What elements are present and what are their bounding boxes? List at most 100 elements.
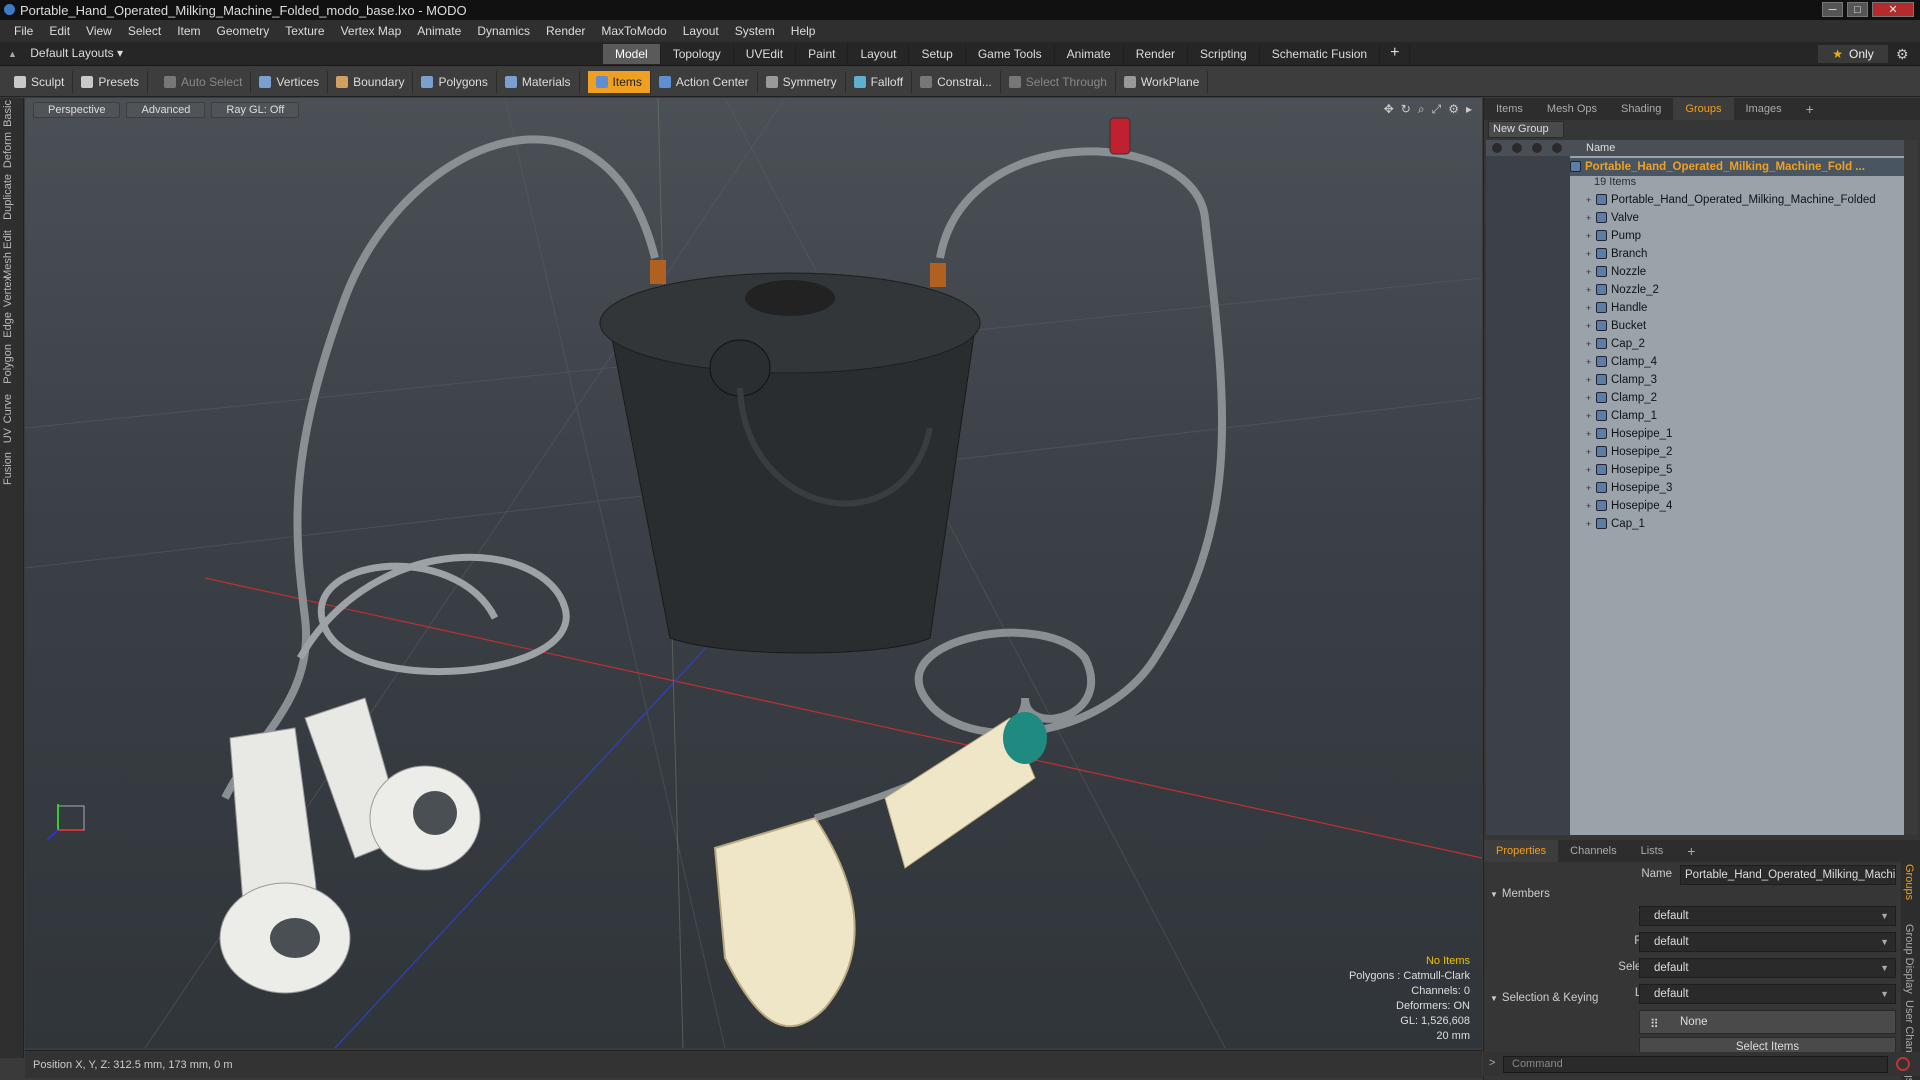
expand-icon[interactable]: + <box>1586 263 1596 281</box>
expand-icon[interactable]: + <box>1586 497 1596 515</box>
field-locked-select[interactable]: default ▼ <box>1639 984 1896 1004</box>
tool-symmetry[interactable]: Symmetry <box>758 70 846 93</box>
none-button[interactable]: ⠿ None <box>1639 1010 1896 1034</box>
tool-select-through[interactable]: Select Through <box>1001 70 1116 93</box>
list-item[interactable]: + Nozzle_2 <box>1570 281 1904 299</box>
close-button[interactable]: ✕ <box>1872 2 1914 17</box>
tool-items[interactable]: Items <box>587 70 651 93</box>
list-item[interactable]: + Clamp_4 <box>1570 353 1904 371</box>
raygl-button[interactable]: Ray GL: Off <box>211 102 300 118</box>
expand-arrow-icon[interactable]: ▸ <box>1466 102 1472 117</box>
menu-dynamics[interactable]: Dynamics <box>469 24 538 38</box>
left-tab-curve[interactable]: Curve <box>2 394 22 423</box>
zoom-icon[interactable]: ⌕ <box>1418 102 1425 117</box>
menu-system[interactable]: System <box>727 24 783 38</box>
expand-icon[interactable]: + <box>1586 461 1596 479</box>
list-item[interactable]: + Hosepipe_4 <box>1570 497 1904 515</box>
tool-presets[interactable]: Presets <box>73 70 149 93</box>
menu-help[interactable]: Help <box>783 24 824 38</box>
left-tab-edge[interactable]: Edge <box>2 312 22 338</box>
tool-polygons[interactable]: Polygons <box>413 70 497 93</box>
expand-icon[interactable]: + <box>1586 515 1596 533</box>
list-item[interactable]: + Pump <box>1570 227 1904 245</box>
expand-icon[interactable]: + <box>1586 479 1596 497</box>
collapse-arrow-icon[interactable]: ▲ <box>8 49 17 59</box>
tab-render[interactable]: Render <box>1124 44 1189 64</box>
panel-tab-shading[interactable]: Shading <box>1609 98 1673 120</box>
render-icon[interactable] <box>1512 143 1522 153</box>
tab-schematic-fusion[interactable]: Schematic Fusion <box>1260 44 1381 64</box>
panel-tab-mesh-ops[interactable]: Mesh Ops <box>1535 98 1609 120</box>
list-item[interactable]: + Hosepipe_2 <box>1570 443 1904 461</box>
props-tab-lists[interactable]: Lists <box>1629 840 1676 862</box>
tab-layout[interactable]: Layout <box>848 44 910 64</box>
expand-icon[interactable]: + <box>1586 335 1596 353</box>
members-section[interactable]: ▼ Members <box>1490 888 1550 900</box>
left-tab-deform[interactable]: Deform <box>2 132 22 168</box>
viewport-settings-icon[interactable]: ⚙ <box>1448 102 1459 117</box>
menu-select[interactable]: Select <box>120 24 169 38</box>
menu-item[interactable]: Item <box>169 24 208 38</box>
expand-icon[interactable]: + <box>1586 353 1596 371</box>
expand-icon[interactable]: + <box>1586 227 1596 245</box>
list-item[interactable]: + Cap_2 <box>1570 335 1904 353</box>
menu-animate[interactable]: Animate <box>409 24 469 38</box>
select-icon[interactable] <box>1552 143 1562 153</box>
side-tab-groups[interactable]: Groups <box>1903 864 1915 900</box>
lock-icon[interactable] <box>1532 143 1542 153</box>
left-tab-uv[interactable]: UV <box>2 428 22 443</box>
tool-workplane[interactable]: WorkPlane <box>1116 70 1209 93</box>
maximize-icon[interactable]: ⤢ <box>1432 102 1442 117</box>
left-tab-polygon[interactable]: Polygon <box>2 344 22 384</box>
panel-tab-groups[interactable]: Groups <box>1673 98 1734 120</box>
menu-maxtomodo[interactable]: MaxToModo <box>593 24 674 38</box>
visibility-icon[interactable] <box>1492 143 1502 153</box>
menu-edit[interactable]: Edit <box>41 24 78 38</box>
tool-vertices[interactable]: Vertices <box>251 70 329 93</box>
record-macro-icon[interactable] <box>1896 1057 1910 1071</box>
tool-constrai[interactable]: Constrai... <box>912 70 1001 93</box>
props-tab-channels[interactable]: Channels <box>1558 840 1628 862</box>
3d-viewport[interactable]: Perspective Advanced Ray GL: Off ✥ ↻ ⌕ ⤢… <box>25 98 1482 1048</box>
add-tab-button[interactable]: + <box>1380 44 1411 64</box>
list-item[interactable]: + Branch <box>1570 245 1904 263</box>
expand-icon[interactable]: + <box>1586 317 1596 335</box>
tab-game-tools[interactable]: Game Tools <box>966 44 1055 64</box>
list-item[interactable]: + Hosepipe_5 <box>1570 461 1904 479</box>
left-tab-basic[interactable]: Basic <box>2 100 22 127</box>
gear-icon[interactable]: ⚙ <box>1896 46 1909 63</box>
layout-dropdown[interactable]: ▲ Default Layouts ▾ <box>8 46 123 60</box>
menu-texture[interactable]: Texture <box>277 24 332 38</box>
list-item[interactable]: + Bucket <box>1570 317 1904 335</box>
left-tab-fusion[interactable]: Fusion <box>2 452 22 485</box>
tab-animate[interactable]: Animate <box>1055 44 1124 64</box>
groups-scrollbar[interactable] <box>1904 140 1918 835</box>
name-field[interactable]: Portable_Hand_Operated_Milking_Machine_F… <box>1680 865 1896 885</box>
list-item[interactable]: + Nozzle <box>1570 263 1904 281</box>
props-tab-add[interactable]: + <box>1675 840 1707 862</box>
list-item[interactable]: + Hosepipe_3 <box>1570 479 1904 497</box>
left-tab-vertex[interactable]: Vertex <box>2 276 22 307</box>
left-tab-duplicate[interactable]: Duplicate <box>2 174 22 220</box>
panel-tab-images[interactable]: Images <box>1734 98 1794 120</box>
view-type-button[interactable]: Perspective <box>33 102 121 118</box>
tool-action-center[interactable]: Action Center <box>651 70 758 93</box>
expand-icon[interactable]: + <box>1586 371 1596 389</box>
field-render-select[interactable]: default ▼ <box>1639 932 1896 952</box>
field-visible-select[interactable]: default ▼ <box>1639 906 1896 926</box>
expand-icon[interactable]: + <box>1586 245 1596 263</box>
only-toggle[interactable]: ★ Only <box>1818 45 1888 63</box>
expand-icon[interactable]: + <box>1586 281 1596 299</box>
list-item[interactable]: + Clamp_1 <box>1570 407 1904 425</box>
tab-scripting[interactable]: Scripting <box>1188 44 1260 64</box>
list-item[interactable]: + Clamp_3 <box>1570 371 1904 389</box>
list-item[interactable]: + Valve <box>1570 209 1904 227</box>
expand-icon[interactable]: + <box>1586 209 1596 227</box>
tool-boundary[interactable]: Boundary <box>328 70 414 93</box>
rotate-icon[interactable]: ↻ <box>1401 102 1411 117</box>
list-item[interactable]: + Hosepipe_1 <box>1570 425 1904 443</box>
tool-sculpt[interactable]: Sculpt <box>6 70 74 93</box>
left-tab-mesh-edit[interactable]: Mesh Edit <box>2 230 22 279</box>
expand-icon[interactable]: + <box>1586 407 1596 425</box>
expand-icon[interactable]: + <box>1586 191 1596 209</box>
